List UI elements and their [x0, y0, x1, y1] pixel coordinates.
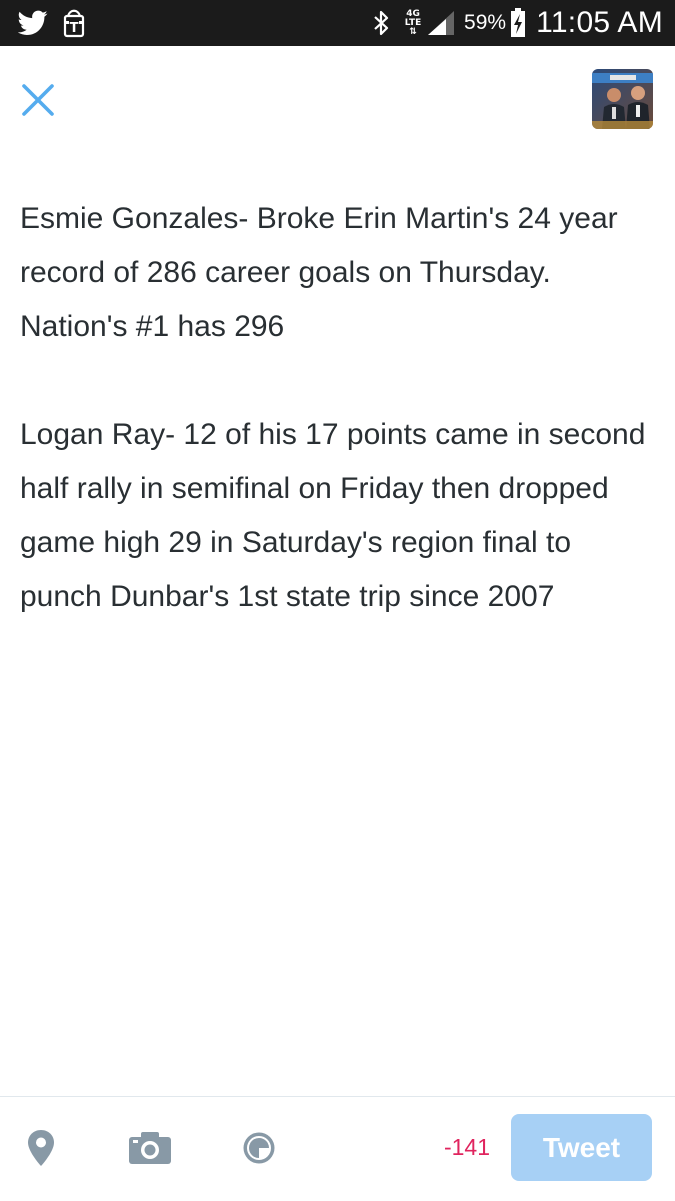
- character-count: -141: [443, 1134, 490, 1160]
- location-pin-icon: [27, 1129, 55, 1167]
- network-type-indicator: 4G LTE ⇅: [404, 9, 422, 37]
- add-photo-button[interactable]: [126, 1128, 174, 1168]
- clock-time: 11:05 AM: [536, 6, 663, 39]
- signal-strength-icon: [426, 9, 456, 37]
- status-bar-left: T: [18, 6, 90, 40]
- status-bar: T 4G LTE ⇅ 59% 11:05 AM: [0, 0, 675, 46]
- close-button[interactable]: [18, 80, 58, 120]
- svg-text:T: T: [70, 21, 79, 36]
- battery-charging-icon: [510, 8, 526, 38]
- twitter-icon: [18, 10, 48, 36]
- tweet-compose-text[interactable]: Esmie Gonzales- Broke Erin Martin's 24 y…: [20, 192, 660, 624]
- data-arrows-icon: ⇅: [409, 26, 417, 37]
- close-icon: [21, 83, 55, 117]
- bluetooth-icon: [372, 9, 392, 37]
- status-bar-right: 4G LTE ⇅ 59% 11:05 AM: [372, 0, 663, 46]
- tweet-button[interactable]: Tweet: [511, 1114, 652, 1181]
- location-button[interactable]: [24, 1128, 58, 1168]
- user-avatar[interactable]: [592, 69, 653, 129]
- add-poll-button[interactable]: [240, 1128, 278, 1168]
- poll-icon: [242, 1131, 276, 1165]
- camera-icon: [128, 1131, 172, 1165]
- tmobile-icon: T: [58, 7, 90, 39]
- battery-percent: 59%: [464, 11, 507, 34]
